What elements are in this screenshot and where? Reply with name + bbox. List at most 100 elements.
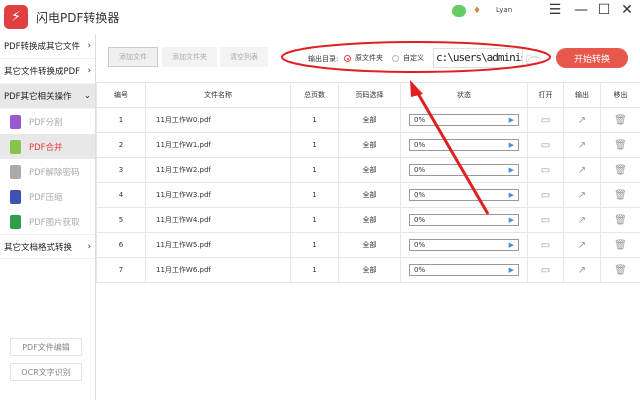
add-file-button[interactable]: 添加文件 (108, 47, 158, 67)
compress-icon (10, 189, 21, 204)
open-folder-icon[interactable]: ▭ (541, 265, 550, 276)
file-name: 11月工作W4.pdf (145, 207, 291, 233)
play-icon[interactable]: ▶ (509, 116, 514, 124)
status-cell: 0% ▶ (400, 132, 528, 158)
trash-icon[interactable]: 🗑 (614, 140, 627, 151)
source-folder-label: 原文件夹 (355, 54, 383, 62)
page-range[interactable]: 全部 (338, 157, 401, 183)
nav-other-doc-convert[interactable]: 其它文档格式转换 › (0, 234, 95, 259)
open-folder-icon[interactable]: ▭ (541, 190, 550, 201)
nav-pdf-other-ops[interactable]: PDF其它相关操作 ⌄ (0, 84, 95, 109)
output-cell: ↗ (563, 132, 601, 158)
close-icon[interactable]: ✕ (618, 2, 636, 18)
page-range[interactable]: 全部 (338, 182, 401, 208)
radio-source-folder[interactable] (344, 55, 351, 62)
open-folder-icon[interactable]: ▭ (541, 115, 550, 126)
open-folder-icon[interactable]: ▭ (541, 140, 550, 151)
column-header: 移出 (600, 82, 640, 108)
page-count: 1 (290, 132, 339, 158)
open-folder-icon[interactable]: ▭ (541, 215, 550, 226)
radio-custom[interactable] (392, 55, 399, 62)
minimize-icon[interactable]: — (572, 2, 590, 18)
trash-icon[interactable]: 🗑 (614, 165, 627, 176)
progress-bar: 0% ▶ (409, 114, 519, 126)
play-icon[interactable]: ▶ (509, 266, 514, 274)
table-row[interactable]: 5 11月工作W4.pdf 1 全部 0% ▶ ▭ ↗ 🗑 (96, 207, 640, 233)
sidebar-item-pdf-compress[interactable]: PDF压缩 (0, 184, 95, 209)
menu-icon[interactable]: ☰ (546, 2, 564, 18)
trash-icon[interactable]: 🗑 (614, 115, 627, 126)
output-dir-label: 输出目录: (308, 55, 339, 63)
status-cell: 0% ▶ (400, 107, 528, 133)
maximize-icon[interactable]: ☐ (595, 2, 613, 18)
export-icon[interactable]: ↗ (578, 190, 586, 201)
table-row[interactable]: 1 11月工作W0.pdf 1 全部 0% ▶ ▭ ↗ 🗑 (96, 107, 640, 133)
row-number: 4 (96, 182, 146, 208)
row-number: 5 (96, 207, 146, 233)
page-range[interactable]: 全部 (338, 232, 401, 258)
file-name: 11月工作W2.pdf (145, 157, 291, 183)
output-cell: ↗ (563, 232, 601, 258)
chevron-down-icon: ⌄ (83, 91, 91, 101)
export-icon[interactable]: ↗ (578, 240, 586, 251)
pdf-edit-button[interactable]: PDF文件编辑 (10, 338, 82, 356)
export-icon[interactable]: ↗ (578, 115, 586, 126)
sidebar-item-pdf-image[interactable]: PDF图片获取 (0, 209, 95, 234)
clear-list-button[interactable]: 清空列表 (220, 47, 268, 67)
folder-browse-icon[interactable]: 🗁 (526, 51, 541, 72)
play-icon[interactable]: ▶ (509, 166, 514, 174)
vip-gem-icon[interactable]: ♦ (473, 6, 481, 16)
table-row[interactable]: 2 11月工作W1.pdf 1 全部 0% ▶ ▭ ↗ 🗑 (96, 132, 640, 158)
sidebar-item-pdf-unlock[interactable]: PDF解除密码 (0, 159, 95, 184)
export-icon[interactable]: ↗ (578, 165, 586, 176)
table-row[interactable]: 6 11月工作W5.pdf 1 全部 0% ▶ ▭ ↗ 🗑 (96, 232, 640, 258)
play-icon[interactable]: ▶ (509, 141, 514, 149)
user-name[interactable]: Lyan (496, 6, 512, 14)
toolbar: 添加文件 添加文件夹 清空列表 输出目录: 原文件夹 自定义 c:\users\… (96, 34, 640, 82)
trash-icon[interactable]: 🗑 (614, 215, 627, 226)
open-folder-icon[interactable]: ▭ (541, 165, 550, 176)
page-range[interactable]: 全部 (338, 257, 401, 283)
export-icon[interactable]: ↗ (578, 265, 586, 276)
table-row[interactable]: 4 11月工作W3.pdf 1 全部 0% ▶ ▭ ↗ 🗑 (96, 182, 640, 208)
file-name: 11月工作W5.pdf (145, 232, 291, 258)
export-icon[interactable]: ↗ (578, 140, 586, 151)
column-header: 文件名称 (145, 82, 291, 108)
table-row[interactable]: 7 11月工作W6.pdf 1 全部 0% ▶ ▭ ↗ 🗑 (96, 257, 640, 283)
item-label: PDF解除密码 (29, 167, 80, 178)
play-icon[interactable]: ▶ (509, 191, 514, 199)
play-icon[interactable]: ▶ (509, 216, 514, 224)
column-header: 输出 (563, 82, 601, 108)
output-path-input[interactable]: c:\users\administ (433, 48, 523, 68)
column-header: 编号 (96, 82, 146, 108)
table-row[interactable]: 3 11月工作W2.pdf 1 全部 0% ▶ ▭ ↗ 🗑 (96, 157, 640, 183)
progress-text: 0% (414, 116, 426, 124)
play-icon[interactable]: ▶ (509, 241, 514, 249)
app-logo-icon: ⚡ (4, 5, 28, 29)
sidebar-item-pdf-merge[interactable]: PDF合并 (0, 134, 95, 159)
open-folder-icon[interactable]: ▭ (541, 240, 550, 251)
nav-other-to-pdf[interactable]: 其它文件转换成PDF › (0, 59, 95, 84)
remove-cell: 🗑 (600, 257, 640, 283)
trash-icon[interactable]: 🗑 (614, 190, 627, 201)
remove-cell: 🗑 (600, 232, 640, 258)
page-range[interactable]: 全部 (338, 207, 401, 233)
merge-icon (10, 139, 21, 154)
page-range[interactable]: 全部 (338, 107, 401, 133)
trash-icon[interactable]: 🗑 (614, 265, 627, 276)
column-header: 状态 (400, 82, 528, 108)
trash-icon[interactable]: 🗑 (614, 240, 627, 251)
progress-bar: 0% ▶ (409, 164, 519, 176)
progress-bar: 0% ▶ (409, 139, 519, 151)
add-folder-button[interactable]: 添加文件夹 (162, 47, 217, 67)
export-icon[interactable]: ↗ (578, 215, 586, 226)
status-cell: 0% ▶ (400, 157, 528, 183)
nav-pdf-to-other[interactable]: PDF转换成其它文件 › (0, 34, 95, 59)
wechat-icon[interactable] (452, 5, 466, 17)
sidebar-item-pdf-split[interactable]: PDF分割 (0, 109, 95, 134)
page-range[interactable]: 全部 (338, 132, 401, 158)
progress-bar: 0% ▶ (409, 239, 519, 251)
start-convert-button[interactable]: 开始转换 (556, 48, 628, 68)
ocr-button[interactable]: OCR文字识别 (10, 363, 82, 381)
item-label: PDF图片获取 (29, 217, 80, 228)
